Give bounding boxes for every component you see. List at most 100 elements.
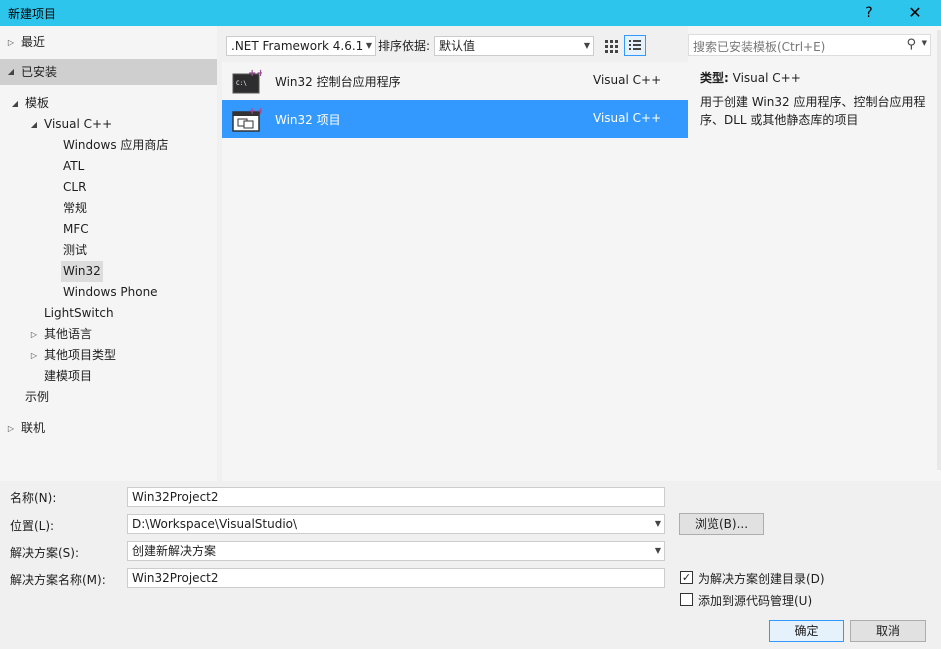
tree-item-win32[interactable]: Win32	[61, 261, 103, 282]
chevron-down-icon: ▼	[365, 41, 372, 50]
framework-dropdown[interactable]: .NET Framework 4.6.1 ▼	[226, 36, 376, 56]
template-search[interactable]: 搜索已安装模板(Ctrl+E) ⚲ ▼	[688, 34, 931, 56]
title-bar: 新建项目 ? ✕	[0, 0, 941, 26]
template-pane: .NET Framework 4.6.1 ▼ 排序依据: 默认值 ▼ C:\ +…	[222, 26, 688, 481]
tree-item-visual-cpp[interactable]: ◢ Visual C++	[0, 114, 217, 135]
chevron-down-icon[interactable]: ▼	[922, 39, 927, 47]
tree-item-templates[interactable]: ◢ 模板	[0, 93, 217, 114]
name-field[interactable]: Win32Project2	[127, 487, 665, 507]
template-row-win32[interactable]: ++ Win32 项目 Visual C++	[222, 100, 688, 138]
chevron-down-icon: ▼	[583, 41, 590, 50]
template-name: Win32 控制台应用程序	[275, 75, 401, 89]
tree-item-modeling-projects[interactable]: 建模项目	[44, 366, 92, 387]
expand-arrow-icon[interactable]: ▷	[29, 345, 39, 366]
solution-value: 创建新解决方案	[132, 544, 217, 558]
tree-item-online[interactable]: ▷ 联机	[0, 418, 217, 439]
create-directory-checkbox[interactable]: ✓ 为解决方案创建目录(D)	[680, 570, 840, 586]
close-button[interactable]: ✕	[898, 0, 932, 26]
tree-item-other-languages[interactable]: ▷ 其他语言	[0, 324, 217, 345]
checkmark-icon[interactable]: ✓	[680, 571, 693, 584]
template-language: Visual C++	[593, 73, 662, 87]
tree-item-clr[interactable]: CLR	[63, 177, 86, 198]
win32-project-icon: ++	[232, 106, 262, 132]
expand-arrow-icon[interactable]: ▷	[6, 32, 16, 53]
tree-label: 联机	[21, 421, 46, 435]
tree-item-lightswitch[interactable]: LightSwitch	[44, 303, 114, 324]
tree-label: ATL	[63, 159, 85, 173]
expand-arrow-icon[interactable]: ▷	[6, 418, 16, 439]
description-pane: 搜索已安装模板(Ctrl+E) ⚲ ▼ 类型: Visual C++ 用于创建 …	[688, 26, 941, 481]
tree-label: MFC	[63, 222, 89, 236]
tree-label: 最近	[21, 35, 46, 49]
console-app-icon: C:\ ++	[232, 68, 262, 94]
help-button[interactable]: ?	[852, 0, 886, 26]
solution-name-value: Win32Project2	[132, 571, 219, 585]
source-control-checkbox[interactable]: 添加到源代码管理(U)	[680, 592, 840, 608]
expand-arrow-icon[interactable]: ▷	[29, 324, 39, 345]
solution-name-field[interactable]: Win32Project2	[127, 568, 665, 588]
collapse-arrow-icon[interactable]: ◢	[6, 59, 16, 85]
tree-item-installed[interactable]: ◢ 已安装	[0, 59, 217, 85]
template-language: Visual C++	[593, 111, 662, 125]
template-name: Win32 项目	[275, 113, 341, 127]
sort-dropdown[interactable]: 默认值 ▼	[434, 36, 594, 56]
tree-label: 常规	[63, 201, 88, 215]
solution-label: 解决方案(S):	[10, 546, 80, 560]
tree-item-recent[interactable]: ▷ 最近	[0, 32, 217, 53]
tree-item-test[interactable]: 测试	[63, 240, 87, 261]
category-tree: ▷ 最近 ◢ 已安装 ◢ 模板 ◢ Visual C++ Windows 应用商…	[0, 26, 217, 481]
window-title: 新建项目	[8, 7, 57, 21]
name-value: Win32Project2	[132, 490, 219, 504]
solution-dropdown[interactable]: 创建新解决方案 ▼	[127, 541, 665, 561]
search-placeholder: 搜索已安装模板(Ctrl+E)	[693, 40, 826, 54]
location-value: D:\Workspace\VisualStudio\	[132, 517, 298, 531]
tree-label: 已安装	[21, 65, 58, 79]
tree-item-windows-phone[interactable]: Windows Phone	[63, 282, 158, 303]
browse-button[interactable]: 浏览(B)...	[679, 513, 764, 535]
solution-name-label: 解决方案名称(M):	[10, 573, 106, 587]
template-list: C:\ ++ Win32 控制台应用程序 Visual C++ ++ Win32…	[222, 62, 688, 138]
location-label: 位置(L):	[10, 519, 55, 533]
chevron-down-icon: ▼	[654, 546, 661, 555]
description-text: 用于创建 Win32 应用程序、控制台应用程序、DLL 或其他静态库的项目	[700, 95, 926, 127]
tree-item-atl[interactable]: ATL	[63, 156, 84, 177]
sort-value: 默认值	[439, 39, 476, 53]
tree-item-windows-store[interactable]: Windows 应用商店	[63, 135, 168, 156]
template-row-console[interactable]: C:\ ++ Win32 控制台应用程序 Visual C++	[222, 62, 688, 100]
scrollbar[interactable]	[937, 30, 941, 470]
tree-item-general[interactable]: 常规	[63, 198, 87, 219]
search-icon[interactable]: ⚲	[906, 37, 916, 52]
ok-button[interactable]: 确定	[769, 620, 844, 642]
tree-label: 建模项目	[44, 369, 93, 383]
svg-text:C:\: C:\	[236, 80, 247, 87]
tree-label: CLR	[63, 180, 87, 194]
grid-view-icon	[605, 40, 618, 53]
framework-value: .NET Framework 4.6.1	[231, 39, 364, 53]
svg-text:++: ++	[248, 106, 262, 117]
tree-label: LightSwitch	[44, 306, 114, 320]
location-field[interactable]: D:\Workspace\VisualStudio\ ▼	[127, 514, 665, 534]
list-view-button[interactable]	[624, 35, 646, 56]
cancel-button[interactable]: 取消	[850, 620, 926, 642]
tree-item-samples[interactable]: 示例	[25, 387, 49, 408]
tree-label: 模板	[25, 96, 50, 110]
checkbox-box[interactable]	[680, 593, 693, 606]
tree-label: 其他语言	[44, 327, 93, 341]
tree-label: 其他项目类型	[44, 348, 117, 362]
checkbox-label: 为解决方案创建目录(D)	[698, 572, 825, 586]
tree-item-mfc[interactable]: MFC	[63, 219, 89, 240]
tree-label: Windows 应用商店	[63, 138, 169, 152]
tree-label: 示例	[25, 390, 50, 404]
collapse-arrow-icon[interactable]: ◢	[29, 114, 39, 135]
name-label: 名称(N):	[10, 491, 57, 505]
svg-text:++: ++	[248, 68, 262, 79]
grid-view-button[interactable]	[600, 35, 622, 56]
tree-item-other-project-types[interactable]: ▷ 其他项目类型	[0, 345, 217, 366]
chevron-down-icon[interactable]: ▼	[655, 515, 661, 533]
tree-label: 测试	[63, 243, 88, 257]
description-type: 类型: Visual C++	[700, 69, 801, 86]
tree-label: Win32	[61, 261, 103, 282]
type-value: Visual C++	[732, 71, 801, 85]
type-label: 类型:	[700, 71, 729, 85]
collapse-arrow-icon[interactable]: ◢	[10, 93, 20, 114]
